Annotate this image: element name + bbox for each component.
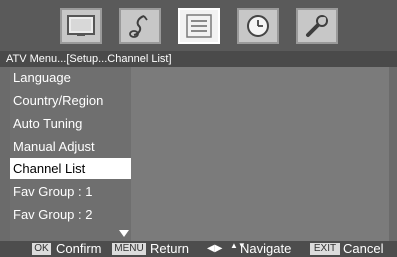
navigate-hint: Navigate bbox=[240, 241, 292, 256]
sound-note-icon bbox=[129, 15, 148, 38]
left-right-arrow-icon: ◀▶ bbox=[207, 243, 223, 254]
menu-key-badge: MENU bbox=[112, 243, 146, 255]
tab-picture[interactable] bbox=[60, 8, 102, 44]
setup-menu-list: Language Country/Region Auto Tuning Manu… bbox=[10, 67, 131, 241]
wrench-icon bbox=[306, 15, 328, 37]
cancel-hint: Cancel bbox=[343, 241, 384, 256]
tab-setup[interactable] bbox=[296, 8, 338, 44]
up-down-arrow-icon: ▲▼ bbox=[230, 241, 246, 250]
scroll-down-arrow-icon[interactable] bbox=[119, 230, 129, 237]
key-hint-bar: OK Confirm MENU Return ◀▶ ▲▼ Navigate EX… bbox=[0, 241, 397, 257]
tab-sound[interactable] bbox=[119, 8, 161, 44]
return-hint: Return bbox=[150, 241, 190, 256]
clock-icon bbox=[247, 15, 269, 37]
tab-time[interactable] bbox=[237, 8, 279, 44]
menu-item-country-region[interactable]: Country/Region bbox=[10, 90, 131, 111]
tab-channel-setup[interactable] bbox=[178, 8, 220, 44]
menu-item-auto-tuning[interactable]: Auto Tuning bbox=[10, 113, 131, 134]
menu-item-channel-list[interactable]: Channel List bbox=[10, 158, 131, 179]
menu-item-fav-group-2[interactable]: Fav Group : 2 bbox=[10, 204, 131, 225]
menu-item-fav-group-1[interactable]: Fav Group : 1 bbox=[10, 181, 131, 202]
menu-item-manual-adjust[interactable]: Manual Adjust bbox=[10, 136, 131, 157]
ok-key-badge: OK bbox=[32, 243, 51, 255]
exit-key-badge: EXIT bbox=[310, 243, 340, 255]
content-panel bbox=[131, 67, 389, 241]
channel-list-icon bbox=[186, 14, 212, 38]
tv-osd-menu: ATV Menu...[Setup...Channel List] Langua… bbox=[0, 0, 397, 257]
breadcrumb: ATV Menu...[Setup...Channel List] bbox=[0, 51, 397, 67]
confirm-hint: Confirm bbox=[56, 241, 102, 256]
menu-item-language[interactable]: Language bbox=[10, 67, 131, 88]
category-tab-bar bbox=[0, 0, 397, 51]
picture-icon bbox=[67, 15, 95, 36]
